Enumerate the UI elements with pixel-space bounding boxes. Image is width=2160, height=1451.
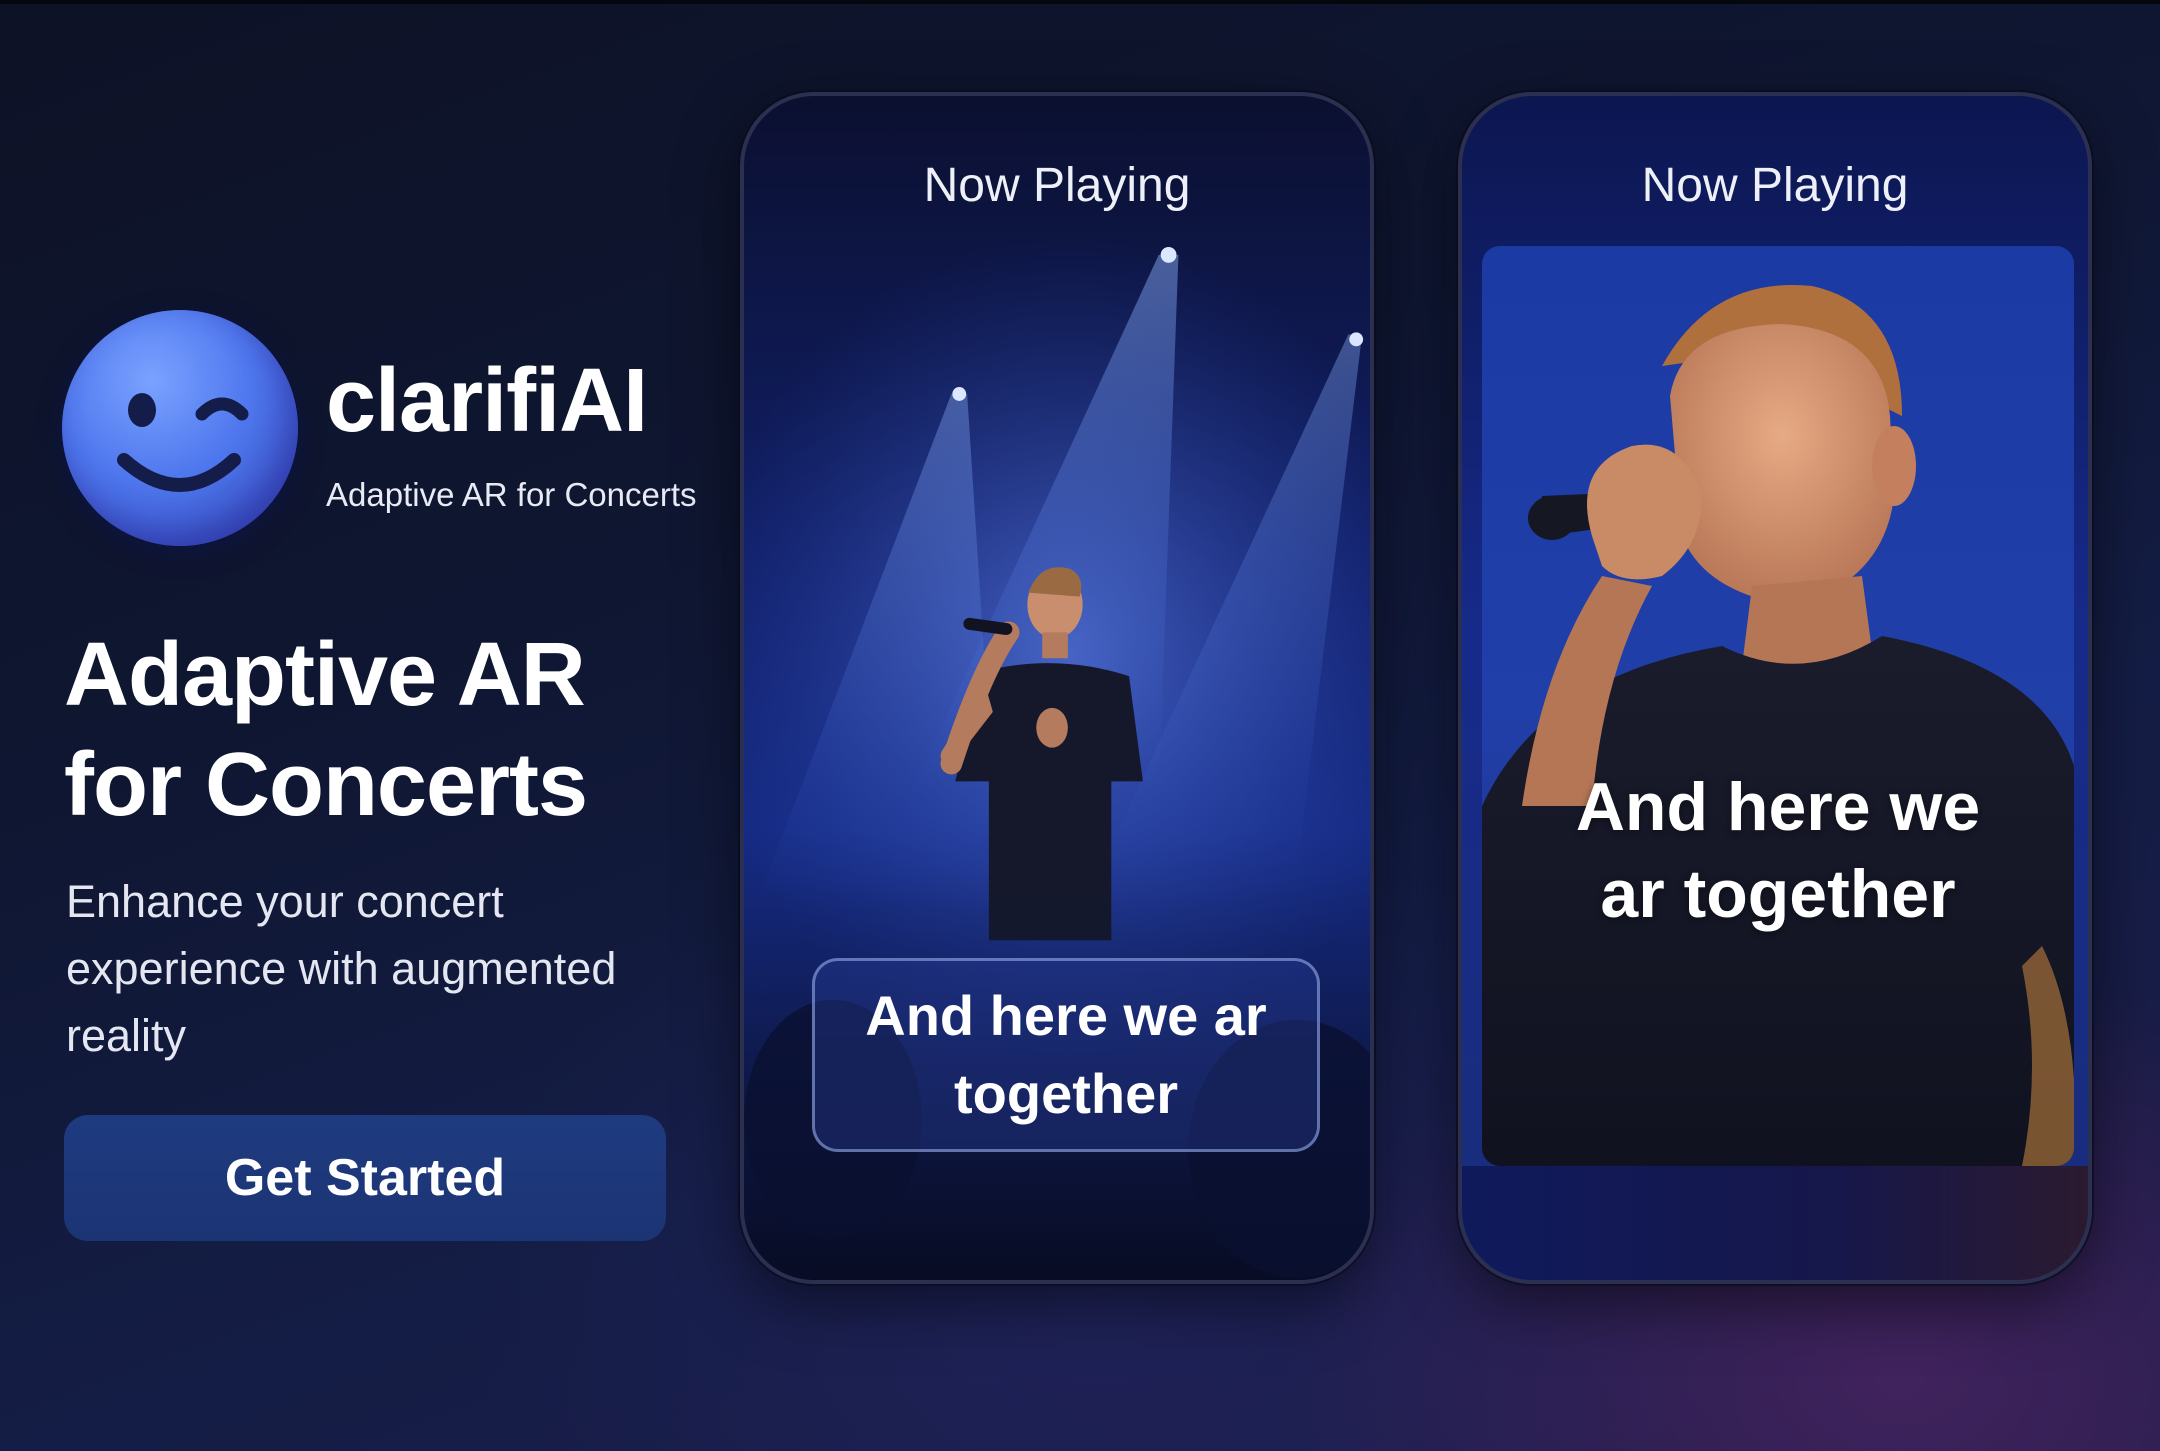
get-started-button[interactable]: Get Started	[64, 1115, 666, 1241]
now-playing-title: Now Playing	[923, 159, 1191, 212]
phone-mockup-closeup: Now Playing And here we ar together	[1458, 92, 2092, 1284]
winking-face-icon	[62, 310, 298, 546]
brand-name: clarifiAI	[326, 351, 648, 451]
lyric-caption-box: And here we ar together	[812, 958, 1320, 1152]
phone-bottom-area	[1462, 1166, 2088, 1280]
singer-closeup-image: And here we ar together	[1482, 246, 2074, 1166]
lyric-caption: And here we ar together	[865, 984, 1267, 1125]
lyric-caption: And here we ar together	[1575, 769, 1981, 932]
hero-heading: Adaptive AR for Concerts	[64, 625, 588, 835]
brand-tagline: Adaptive AR for Concerts	[326, 476, 697, 513]
now-playing-title: Now Playing	[1641, 159, 1909, 212]
hero-description: Enhance your concert experience with aug…	[66, 876, 617, 1061]
top-edge	[0, 0, 2160, 4]
phone-mockup-stage: Now Playing And here we ar together	[740, 92, 1374, 1284]
